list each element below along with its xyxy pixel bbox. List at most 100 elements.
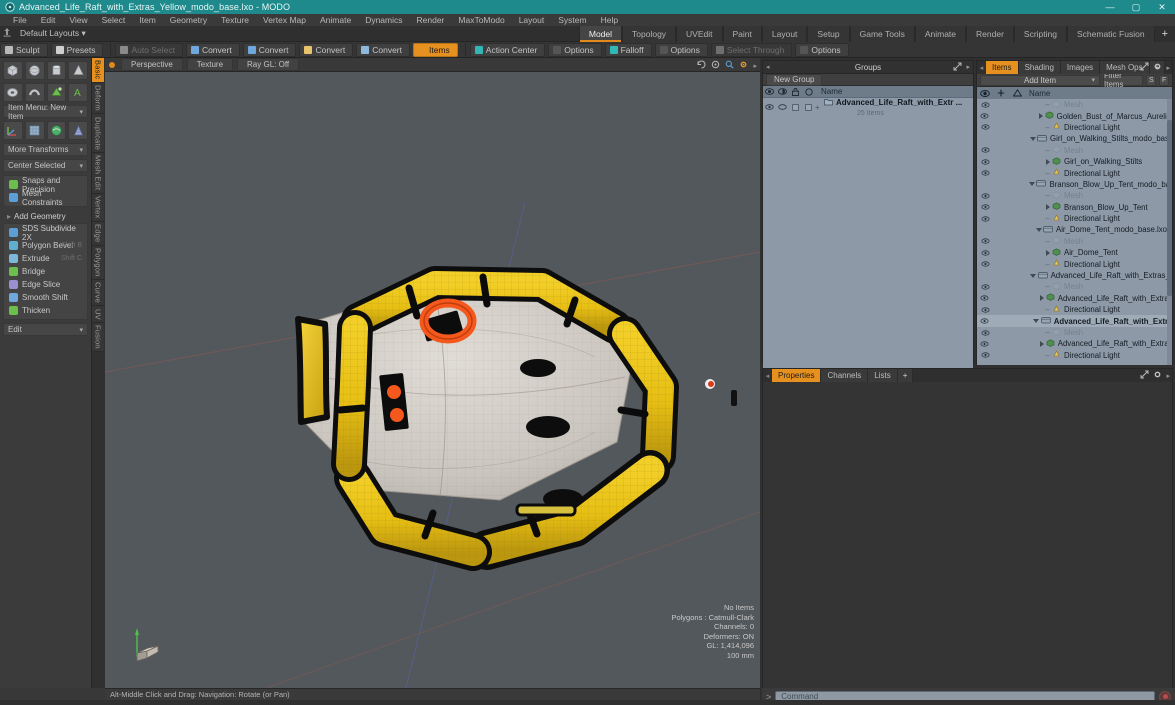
item-row[interactable]: – Directional Light [977, 350, 1172, 361]
expand-triangle-icon[interactable] [1038, 113, 1043, 120]
toolstrip-options-button[interactable]: Options [548, 42, 602, 57]
layout-tab-scripting[interactable]: Scripting [1013, 26, 1067, 42]
item-visibility-toggle[interactable] [977, 113, 991, 119]
item-name-cell[interactable]: Advanced_Life_Raft_with_Extras_... [1046, 293, 1172, 303]
item-visibility-toggle[interactable] [977, 307, 993, 313]
item-visibility-toggle[interactable] [977, 295, 992, 301]
mesh-constraints-row[interactable]: Mesh Constraints [6, 189, 85, 207]
magnifier-icon[interactable] [725, 60, 735, 72]
toolstrip-options-button[interactable]: Options [795, 42, 849, 57]
vertical-tab-duplicate[interactable]: Duplicate [92, 114, 104, 153]
toolstrip-options-button[interactable]: Options [654, 42, 708, 57]
viewport-3d-canvas[interactable]: No Items Polygons : Catmull-Clark Channels… [105, 72, 760, 692]
item-row[interactable]: – Mesh [977, 236, 1172, 247]
sphere-primitive-icon[interactable] [24, 61, 45, 80]
toolstrip-auto-select-button[interactable]: Auto Select [115, 42, 183, 57]
layout-tab-game-tools[interactable]: Game Tools [849, 26, 915, 42]
menu-item-select[interactable]: Select [95, 14, 133, 26]
item-row[interactable]: Air_Dome_Tent [977, 247, 1172, 258]
tool-polygon-bevel[interactable]: Polygon Bevel Shift B [6, 239, 85, 252]
item-name-cell[interactable]: Mesh [1052, 236, 1083, 246]
properties-panel-body[interactable] [763, 382, 1172, 691]
falloff-tool-icon[interactable] [68, 121, 88, 140]
item-row[interactable]: Advanced_Life_Raft_with_Extras_R ... [977, 270, 1172, 281]
item-row[interactable]: Branson_Blow_Up_Tent_modo_base.... [977, 179, 1172, 190]
tool-extrude[interactable]: Extrude Shift C [6, 252, 85, 265]
edit-dropdown[interactable]: Edit ▾ [3, 323, 88, 336]
menu-item-edit[interactable]: Edit [34, 14, 63, 26]
item-visibility-toggle[interactable] [977, 215, 993, 222]
close-button[interactable]: ✕ [1149, 0, 1175, 14]
center-selected-dropdown[interactable]: Center Selected ▾ [3, 159, 88, 172]
collapse-triangle-icon[interactable] [1029, 136, 1036, 141]
item-name-cell[interactable]: Mesh [1052, 100, 1083, 110]
toolstrip-falloff-button[interactable]: Falloff [604, 42, 652, 57]
item-name-cell[interactable]: Directional Light [1052, 168, 1120, 178]
menu-item-render[interactable]: Render [410, 14, 452, 26]
group-select-checkbox[interactable] [802, 103, 815, 111]
item-row[interactable]: Girl_on_Walking_Stilts [977, 156, 1172, 167]
new-group-button[interactable]: New Group [766, 73, 823, 86]
item-visibility-toggle[interactable] [977, 261, 993, 267]
viewport-raygl-chip[interactable]: Ray GL: Off [237, 58, 300, 71]
expand-triangle-icon[interactable] [1039, 295, 1044, 302]
item-row[interactable]: Advanced_Life_Raft_with_Extras_... [977, 293, 1172, 304]
menu-item-view[interactable]: View [62, 14, 94, 26]
filter-items-input[interactable]: Filter Items [1103, 71, 1144, 89]
collapse-triangle-icon[interactable] [1035, 227, 1042, 232]
expand-triangle-icon[interactable] [1045, 249, 1050, 256]
layout-tab-model[interactable]: Model [578, 26, 623, 42]
layout-tab-animate[interactable]: Animate [914, 26, 967, 42]
move-tool-icon[interactable] [3, 121, 23, 140]
item-visibility-toggle[interactable] [977, 352, 993, 358]
grid-tool-icon[interactable] [24, 121, 45, 140]
maximize-button[interactable]: ▢ [1123, 0, 1149, 14]
item-visibility-toggle[interactable] [977, 147, 993, 153]
collapse-triangle-icon[interactable] [1030, 273, 1037, 278]
item-name-cell[interactable]: Girl_on_Walking_Stilts [1052, 157, 1142, 167]
toolstrip-convert-button[interactable]: Convert [356, 42, 410, 57]
group-row[interactable]: + Advanced_Life_Raft_with_Extr ... 25 Item… [763, 98, 973, 117]
item-name-cell[interactable]: Mesh [1052, 145, 1083, 155]
properties-tab-properties[interactable]: Properties [772, 369, 822, 382]
item-row[interactable]: Air_Dome_Tent_modo_base.lxo [977, 224, 1172, 235]
item-name-cell[interactable]: Mesh [1052, 327, 1083, 338]
item-row[interactable]: – Directional Light [977, 258, 1172, 269]
group-visibility-toggle[interactable] [763, 104, 776, 110]
chevron-left-icon[interactable]: ◂ [977, 61, 986, 74]
toolstrip-items-button[interactable]: Items [413, 42, 458, 57]
item-name-cell[interactable]: Air_Dome_Tent_modo_base.lxo [1043, 225, 1167, 235]
chevron-left-icon[interactable]: ◂ [766, 63, 770, 71]
toolstrip-sculpt-button[interactable]: Sculpt [0, 42, 48, 57]
chevron-right-icon[interactable]: ▸ [1166, 372, 1170, 380]
text-primitive-icon[interactable]: A [68, 83, 88, 102]
item-visibility-toggle[interactable] [977, 238, 993, 244]
add-geometry-header[interactable]: ▸ Add Geometry [3, 210, 88, 223]
item-name-cell[interactable]: Mesh [1052, 282, 1083, 292]
toolstrip-select-through-button[interactable]: Select Through [710, 42, 793, 57]
menu-item-vertex-map[interactable]: Vertex Map [256, 14, 313, 26]
vertical-tab-vertex[interactable]: Vertex [92, 193, 104, 222]
item-visibility-toggle[interactable] [977, 124, 993, 131]
toolstrip-convert-button[interactable]: Convert [299, 42, 354, 57]
pin-icon[interactable] [0, 28, 14, 39]
group-lock-checkbox[interactable] [789, 103, 802, 111]
item-visibility-toggle[interactable] [977, 193, 993, 199]
item-row[interactable]: – Directional Light [977, 122, 1172, 133]
item-visibility-toggle[interactable] [977, 329, 993, 336]
item-row[interactable]: – Mesh [977, 327, 1172, 338]
item-name-cell[interactable]: Advanced_Life_Raft_with_Extras_R ... [1037, 271, 1172, 281]
items-tab-images[interactable]: Images [1060, 61, 1101, 74]
item-visibility-toggle[interactable] [977, 102, 993, 108]
item-visibility-toggle[interactable] [977, 159, 993, 165]
menu-item-animate[interactable]: Animate [313, 14, 358, 26]
vertical-tab-edge[interactable]: Edge [92, 221, 104, 246]
toolstrip-action-center-button[interactable]: Action Center [469, 42, 546, 57]
gear-icon[interactable] [1153, 62, 1162, 74]
torus-primitive-icon[interactable] [3, 83, 23, 102]
item-name-cell[interactable]: Branson_Blow_Up_Tent [1052, 202, 1148, 212]
layout-tab-setup[interactable]: Setup [807, 26, 850, 42]
item-name-cell[interactable]: Girl_on_Walking_Stilts_modo_base.lxo [1037, 134, 1172, 144]
cylinder-primitive-icon[interactable] [46, 61, 67, 80]
items-scrollbar-thumb[interactable] [1167, 120, 1172, 296]
